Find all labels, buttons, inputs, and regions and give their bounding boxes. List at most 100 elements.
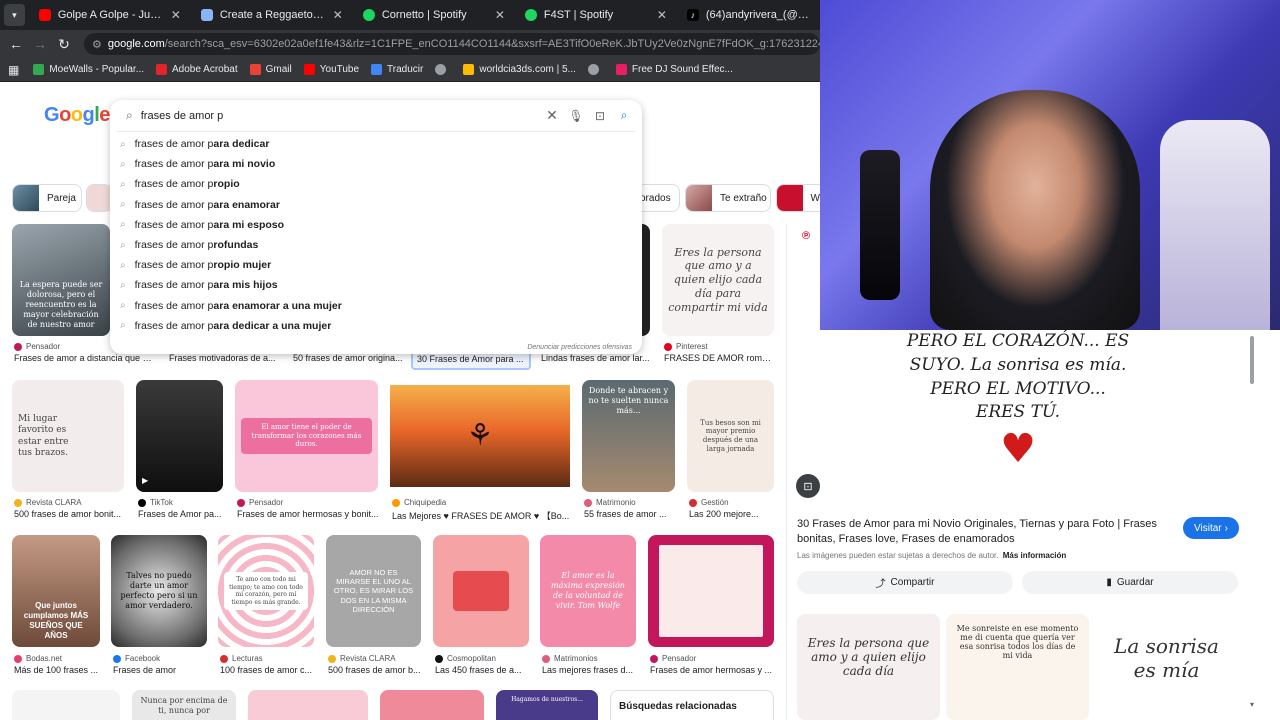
bookmark-item[interactable]: MoeWalls - Popular... — [33, 64, 144, 75]
image-caption[interactable]: 55 frases de amor ... — [584, 509, 676, 519]
more-info-link[interactable]: Más información — [1003, 551, 1067, 560]
reload-icon[interactable]: ↻ — [52, 36, 76, 53]
image-result[interactable]: El amor es la máxima expresión de la vol… — [540, 535, 636, 647]
site-info-icon[interactable]: ⚙ — [92, 38, 102, 51]
bookmark-item[interactable]: Traducir — [371, 64, 423, 75]
search-input[interactable] — [140, 109, 540, 122]
suggestion-item[interactable]: ⌕ frases de amor p ara dedicar — [110, 134, 642, 154]
image-result[interactable]: Te amo con todo mi tiempo; te amo con to… — [218, 535, 314, 647]
image-result[interactable] — [433, 535, 529, 647]
image-caption[interactable]: 500 frases de amor b... — [328, 665, 422, 675]
image-result[interactable] — [380, 690, 484, 720]
image-caption[interactable]: Frases motivadoras de a... — [169, 353, 279, 363]
suggestion-item[interactable]: ⌕ frases de amor p ara dedicar a una mujer — [110, 316, 642, 336]
bookmark-item[interactable] — [435, 64, 451, 75]
image-caption[interactable]: Las mejores frases d... — [542, 665, 638, 675]
image-result[interactable]: Nunca por encima de ti, nunca por — [132, 690, 236, 720]
search-submit-icon[interactable]: ⌕ — [612, 108, 636, 123]
chip-te-extrano[interactable]: Te extraño — [685, 184, 771, 212]
bookmark-item[interactable]: YouTube — [303, 64, 359, 75]
lens-icon[interactable]: ⊡ — [796, 474, 820, 498]
suggestion-item[interactable]: ⌕ frases de amor p ara mi esposo — [110, 215, 642, 235]
bookmark-item[interactable]: Free DJ Sound Effec... — [615, 64, 733, 75]
image-result[interactable]: Que juntos cumplamos MÁS SUEÑOS QUE AÑOS — [12, 535, 100, 647]
preview-title[interactable]: 30 Frases de Amor para mi Novio Original… — [797, 517, 1177, 547]
image-result[interactable]: ⚘ — [390, 385, 570, 487]
image-result[interactable]: El amor tiene el poder de transformar lo… — [235, 380, 378, 492]
preview-scrollbar[interactable] — [1250, 336, 1254, 384]
source-label: Facebook — [125, 654, 161, 663]
bookmark-label: MoeWalls - Popular... — [49, 64, 145, 75]
bookmark-item[interactable]: Gmail — [249, 64, 292, 75]
close-icon[interactable]: ✕ — [333, 8, 343, 22]
image-result[interactable]: Tus besos son mi mayor premio después de… — [687, 380, 774, 492]
suggestion-item[interactable]: ⌕ frases de amor p ropio mujer — [110, 255, 642, 275]
image-caption[interactable]: Las 200 mejore... — [689, 509, 775, 519]
microphone-icon[interactable]: 🎙 — [564, 109, 588, 123]
chip-pareja[interactable]: Pareja — [12, 184, 82, 212]
scroll-down-icon[interactable]: ▾ — [1250, 700, 1254, 709]
browser-tab[interactable]: Golpe A Golpe - Juego de Niño ✕ — [29, 0, 191, 30]
image-caption[interactable]: Las Mejores ♥ FRASES DE AMOR ♥ 【Bo... — [392, 509, 572, 522]
image-result[interactable]: La espera puede ser dolorosa, pero el re… — [12, 224, 110, 336]
image-result[interactable] — [648, 535, 774, 647]
image-result[interactable] — [248, 690, 368, 720]
image-caption[interactable]: Frases de amor hermosas y ... — [650, 665, 774, 675]
close-icon[interactable]: ✕ — [171, 8, 181, 22]
source-label: Pensador — [249, 498, 284, 507]
image-caption[interactable]: Más de 100 frases ... — [14, 665, 102, 675]
image-result[interactable] — [12, 690, 120, 720]
image-caption[interactable]: 50 frases de amor origina... — [293, 353, 403, 363]
suggestion-item[interactable]: ⌕ frases de amor p ara mis hijos — [110, 275, 642, 295]
image-result[interactable]: AMOR NO ES MIRARSE EL UNO AL OTRO, ES MI… — [326, 535, 421, 647]
image-caption[interactable]: Frases de amor hermosas y bonit... — [237, 509, 379, 519]
url-field[interactable]: ⚙ google.com/search?sca_esv=6302e02a0ef1… — [84, 33, 820, 55]
forward-icon[interactable]: → — [28, 36, 52, 52]
save-button[interactable]: ▮ Guardar — [1022, 571, 1238, 594]
back-icon[interactable]: ← — [4, 36, 28, 52]
image-result[interactable]: Eres la persona que amo y a quien elijo … — [662, 224, 774, 336]
visit-button[interactable]: Visitar › — [1183, 517, 1239, 539]
report-predictions-link[interactable]: Denunciar predicciones ofensivas — [527, 344, 632, 351]
image-caption[interactable]: FRASES DE AMOR romá... — [664, 353, 774, 363]
browser-tab[interactable]: Create a Reggaetoneros colom ✕ — [191, 0, 353, 30]
related-image-thumb[interactable]: Me sonreiste en ese momento me di cuenta… — [946, 614, 1089, 720]
suggestion-item[interactable]: ⌕ frases de amor p ara enamorar a una muje… — [110, 296, 642, 316]
image-result[interactable]: Mi lugar favorito es estar entre tus bra… — [12, 380, 124, 492]
image-caption[interactable]: 500 frases de amor bonit... — [14, 509, 126, 519]
browser-tab[interactable]: F4ST | Spotify ✕ — [515, 0, 677, 30]
image-result[interactable]: Talves no puedo darte un amor perfecto p… — [111, 535, 207, 647]
image-caption[interactable]: Frases de amor a distancia que c... — [14, 353, 154, 363]
image-result[interactable]: ▶ — [136, 380, 223, 492]
chip-w[interactable]: W — [776, 184, 820, 212]
google-logo[interactable]: Google — [44, 104, 110, 127]
apps-grid-icon[interactable]: ▦ — [8, 63, 19, 77]
related-image-thumb[interactable]: La sonrisa es mía — [1095, 614, 1238, 720]
image-caption[interactable]: Frases de amor — [113, 665, 207, 675]
related-image-thumb[interactable]: Eres la persona que amo y a quien elijo … — [797, 614, 940, 720]
suggestion-item[interactable]: ⌕ frases de amor p ara enamorar — [110, 195, 642, 215]
close-icon[interactable]: ✕ — [657, 8, 667, 22]
chip-thumbnail-partial[interactable] — [86, 184, 112, 212]
image-caption[interactable]: 100 frases de amor c... — [220, 665, 316, 675]
clear-icon[interactable]: ✕ — [540, 107, 564, 124]
image-caption[interactable]: Frases de Amor pa... — [138, 509, 223, 519]
image-caption[interactable]: Lindas frases de amor lar... — [541, 353, 651, 363]
bookmark-item[interactable]: Adobe Acrobat — [156, 64, 238, 75]
suggestion-item[interactable]: ⌕ frases de amor p ropio — [110, 174, 642, 194]
close-icon[interactable]: ✕ — [495, 8, 505, 22]
bookmark-item[interactable]: worldcia3ds.com | 5... — [463, 64, 576, 75]
suggestion-item[interactable]: ⌕ frases de amor p ara mi novio — [110, 154, 642, 174]
image-result[interactable]: Donde te abracen y no te suelten nunca m… — [582, 380, 675, 492]
lens-icon[interactable]: ⊡ — [588, 109, 612, 123]
suggestion-item[interactable]: ⌕ frases de amor p rofundas — [110, 235, 642, 255]
tab-search-button[interactable]: ▾ — [4, 4, 25, 26]
image-caption[interactable]: Las 450 frases de a... — [435, 665, 531, 675]
browser-tab[interactable]: Cornetto | Spotify ✕ — [353, 0, 515, 30]
suggestion-typed: frases de amor p — [134, 259, 214, 272]
image-result[interactable]: Hagamos de nuestros... — [496, 690, 598, 720]
bookmark-item[interactable] — [587, 64, 604, 75]
browser-tab[interactable]: ♪ (64)andyrivera_(@andyrivera_) — [677, 0, 820, 30]
share-button[interactable]: ⤴ Compartir — [797, 571, 1013, 594]
preview-image[interactable]: PERO EL CORAZÓN... ES SUYO. La sonrisa e… — [896, 330, 1140, 505]
